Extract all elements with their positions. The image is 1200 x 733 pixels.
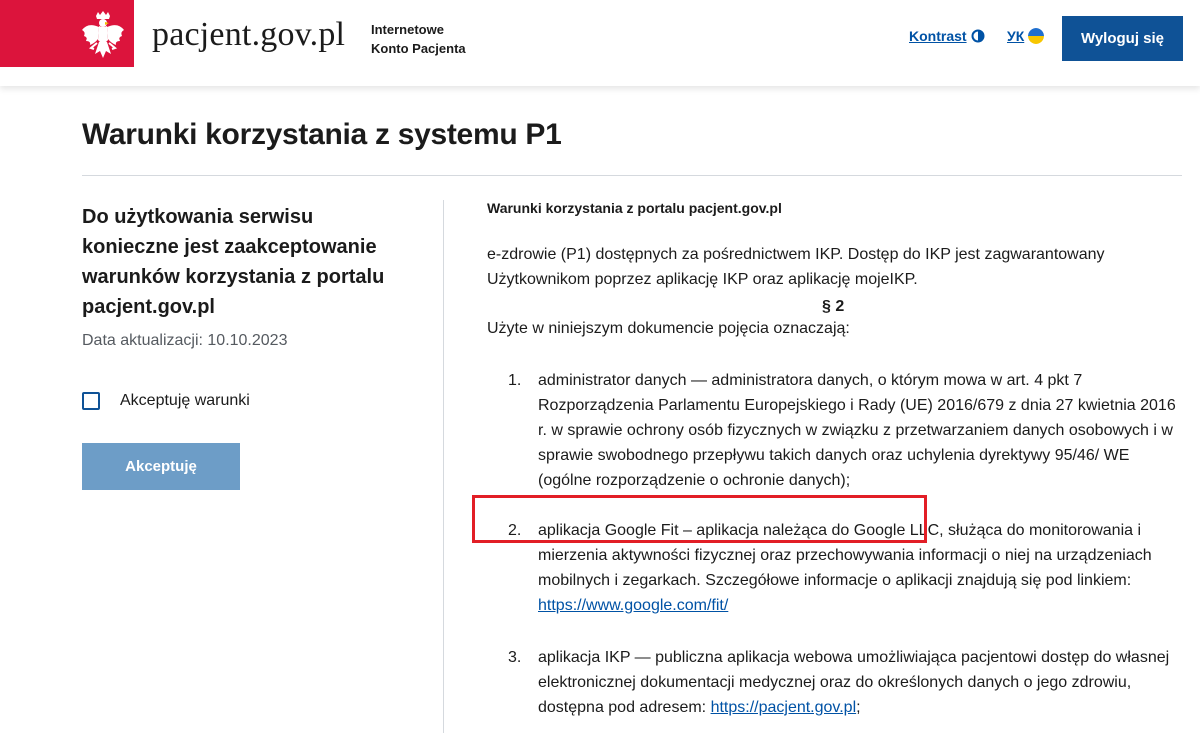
contrast-label: Kontrast <box>909 28 967 44</box>
accept-terms-checkbox[interactable] <box>82 392 100 410</box>
definition-suffix: ; <box>856 699 861 716</box>
document-paragraph: e-zdrowie (P1) dostępnych za pośrednictw… <box>487 246 1105 288</box>
accept-terms-label[interactable]: Akceptuję warunki <box>120 392 250 410</box>
ukraine-flag-icon <box>1028 28 1045 44</box>
accept-button[interactable]: Akceptuję <box>82 443 240 490</box>
definition-number: 1. <box>508 372 522 389</box>
section-heading: § 2 <box>822 298 845 315</box>
definitions-intro: Użyte w niniejszym dokumencie pojęcia oz… <box>487 320 850 337</box>
site-logo-text[interactable]: pacjent.gov.pl <box>152 16 345 54</box>
google-fit-link[interactable]: https://www.google.com/fit/ <box>538 597 728 614</box>
site-header: pacjent.gov.pl Internetowe Konto Pacjent… <box>0 0 1200 86</box>
update-date: Data aktualizacji: 10.10.2023 <box>82 332 288 349</box>
flag-white-band <box>0 67 134 86</box>
page-title: Warunki korzystania z systemu P1 <box>82 118 562 151</box>
flag-red-band <box>0 0 134 67</box>
site-subtitle: Internetowe Konto Pacjenta <box>371 20 466 58</box>
language-switch-link[interactable]: УК <box>1007 28 1045 44</box>
contrast-toggle-link[interactable]: Kontrast <box>909 28 985 44</box>
site-subtitle-line-2: Konto Pacjenta <box>371 41 466 56</box>
definition-number: 3. <box>508 649 522 666</box>
white-eagle-emblem-icon <box>82 11 124 58</box>
highlight-annotation-box <box>472 495 927 543</box>
title-divider <box>82 175 1182 176</box>
definition-text-wrapper: aplikacja IKP — publiczna aplikacja webo… <box>538 645 1178 720</box>
site-subtitle-line-1: Internetowe <box>371 22 444 37</box>
logout-button[interactable]: Wyloguj się <box>1062 16 1183 61</box>
accept-terms-checkbox-row[interactable]: Akceptuję warunki <box>82 392 250 410</box>
language-label: УК <box>1007 28 1025 44</box>
column-divider <box>443 200 444 733</box>
definition-text: administrator danych — administratora da… <box>538 372 1176 489</box>
acceptance-heading: Do użytkowania serwisu konieczne jest za… <box>82 206 385 318</box>
contrast-icon <box>971 29 985 43</box>
pacjent-gov-link[interactable]: https://pacjent.gov.pl <box>711 699 857 716</box>
document-title: Warunki korzystania z portalu pacjent.go… <box>487 200 782 216</box>
